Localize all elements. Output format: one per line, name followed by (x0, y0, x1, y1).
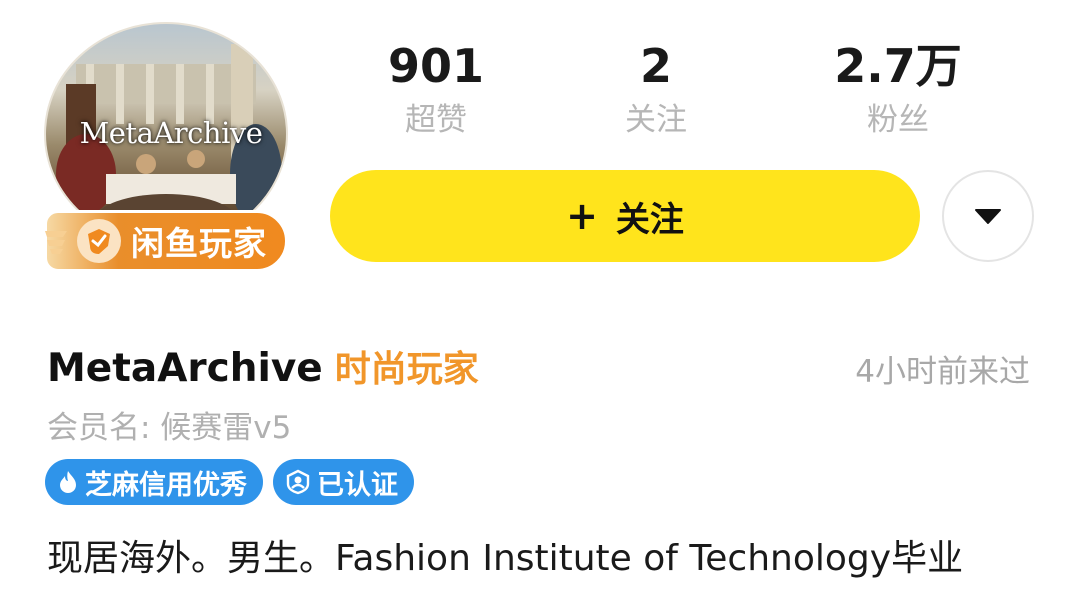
credential-tags: 芝麻信用优秀 已认证 (45, 459, 414, 505)
sesame-credit-tag[interactable]: 芝麻信用优秀 (45, 459, 263, 505)
follow-button[interactable]: + 关注 (330, 170, 920, 262)
stat-following-value: 2 (639, 39, 672, 93)
player-badge-label: 闲鱼玩家 (131, 224, 267, 263)
flame-icon (57, 470, 79, 494)
last-seen: 4小时前来过 (855, 354, 1030, 390)
avatar-logo-text: MetaArchive (79, 116, 263, 150)
more-options-button[interactable] (942, 170, 1034, 262)
avatar-block[interactable]: MetaArchive 闲鱼玩家 (44, 22, 290, 272)
stat-fans-label: 粉丝 (867, 102, 929, 138)
name-row: MetaArchive 时尚玩家 (47, 340, 479, 392)
verified-label: 已认证 (317, 469, 398, 501)
follow-button-label: 关注 (615, 199, 684, 240)
wing-icon (45, 231, 67, 254)
bio-text: 现居海外。男生。Fashion Institute of Technology毕… (47, 538, 964, 579)
player-badge: 闲鱼玩家 (44, 210, 288, 272)
verified-user-icon (285, 469, 311, 495)
stat-likes[interactable]: 901 超赞 (336, 36, 536, 140)
user-name: MetaArchive (47, 346, 323, 391)
member-name: 会员名: 候赛雷v5 (47, 410, 292, 446)
stat-fans-value: 2.7万 (834, 39, 962, 93)
stat-following-label: 关注 (625, 102, 687, 138)
verified-tag[interactable]: 已认证 (273, 459, 414, 505)
title-tag[interactable]: 时尚玩家 (335, 340, 479, 392)
caret-down-icon (975, 209, 1001, 224)
shield-check-icon (77, 219, 121, 263)
plus-icon: + (566, 194, 598, 238)
stat-following[interactable]: 2 关注 (556, 36, 756, 140)
stat-fans[interactable]: 2.7万 粉丝 (798, 36, 998, 140)
stat-likes-label: 超赞 (405, 102, 467, 138)
stat-likes-value: 901 (387, 39, 485, 93)
sesame-credit-label: 芝麻信用优秀 (85, 469, 247, 501)
